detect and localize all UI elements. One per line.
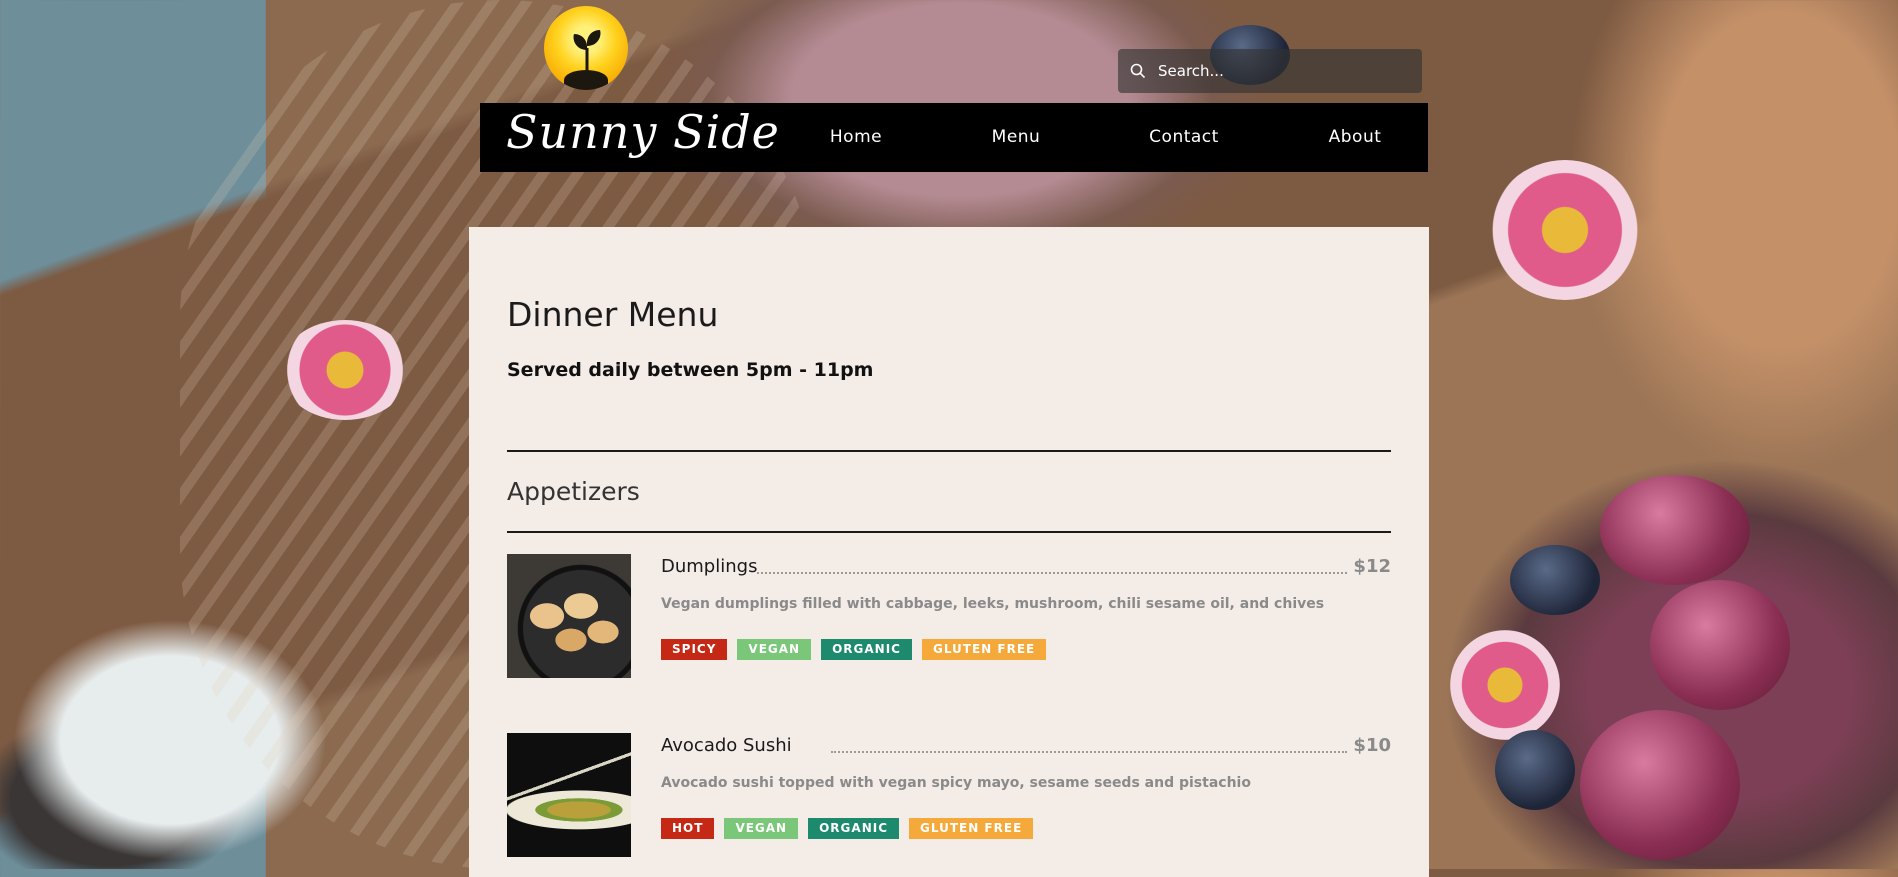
item-tags: SPICY VEGAN ORGANIC GLUTEN FREE — [661, 639, 1047, 660]
flower-decoration — [280, 320, 410, 420]
item-price: $12 — [1353, 556, 1391, 577]
tag-badge: VEGAN — [724, 818, 799, 839]
item-name: Avocado Sushi — [661, 735, 792, 756]
dot-leader — [831, 751, 1347, 753]
menu-item: Avocado Sushi $10 Avocado sushi topped w… — [507, 733, 1391, 857]
nav-home[interactable]: Home — [830, 127, 882, 147]
search-box[interactable] — [1118, 49, 1422, 93]
soil-mound — [564, 70, 608, 90]
brand-logo-text[interactable]: Sunny Side — [506, 105, 780, 159]
tag-badge: ORGANIC — [808, 818, 900, 839]
divider — [507, 531, 1391, 533]
item-image — [507, 554, 631, 678]
tag-badge: VEGAN — [737, 639, 812, 660]
item-image — [507, 733, 631, 857]
search-icon — [1130, 63, 1146, 79]
raspberry-decoration — [1650, 580, 1790, 710]
raspberry-decoration — [1580, 710, 1740, 860]
divider — [507, 450, 1391, 452]
item-name: Dumplings — [661, 556, 758, 577]
nav-menu[interactable]: Menu — [992, 127, 1041, 147]
page-title: Dinner Menu — [507, 295, 719, 334]
item-tags: HOT VEGAN ORGANIC GLUTEN FREE — [661, 818, 1034, 839]
tag-badge: HOT — [661, 818, 715, 839]
blueberry-decoration — [1510, 545, 1600, 615]
dot-leader — [757, 572, 1347, 574]
flower-decoration — [1450, 630, 1560, 740]
tag-badge: ORGANIC — [821, 639, 912, 660]
search-input[interactable] — [1156, 61, 1410, 81]
tag-badge: GLUTEN FREE — [921, 639, 1047, 660]
raspberry-decoration — [1600, 475, 1750, 585]
item-description: Avocado sushi topped with vegan spicy ma… — [661, 775, 1251, 791]
nav-about[interactable]: About — [1329, 127, 1382, 147]
sprout-icon — [573, 30, 601, 72]
item-description: Vegan dumplings filled with cabbage, lee… — [661, 596, 1325, 612]
logo[interactable] — [544, 6, 628, 90]
menu-hours: Served daily between 5pm - 11pm — [507, 359, 874, 381]
item-price: $10 — [1353, 735, 1391, 756]
nav-contact[interactable]: Contact — [1149, 127, 1219, 147]
flower-decoration — [1490, 160, 1640, 300]
tag-badge: SPICY — [661, 639, 728, 660]
navbar: Sunny Side Home Menu Contact About — [480, 103, 1428, 172]
menu-item: Dumplings $12 Vegan dumplings filled wit… — [507, 554, 1391, 678]
blueberry-decoration — [1495, 730, 1575, 810]
menu-panel: Dinner Menu Served daily between 5pm - 1… — [469, 227, 1429, 877]
tag-badge: GLUTEN FREE — [909, 818, 1034, 839]
section-title: Appetizers — [507, 477, 640, 506]
